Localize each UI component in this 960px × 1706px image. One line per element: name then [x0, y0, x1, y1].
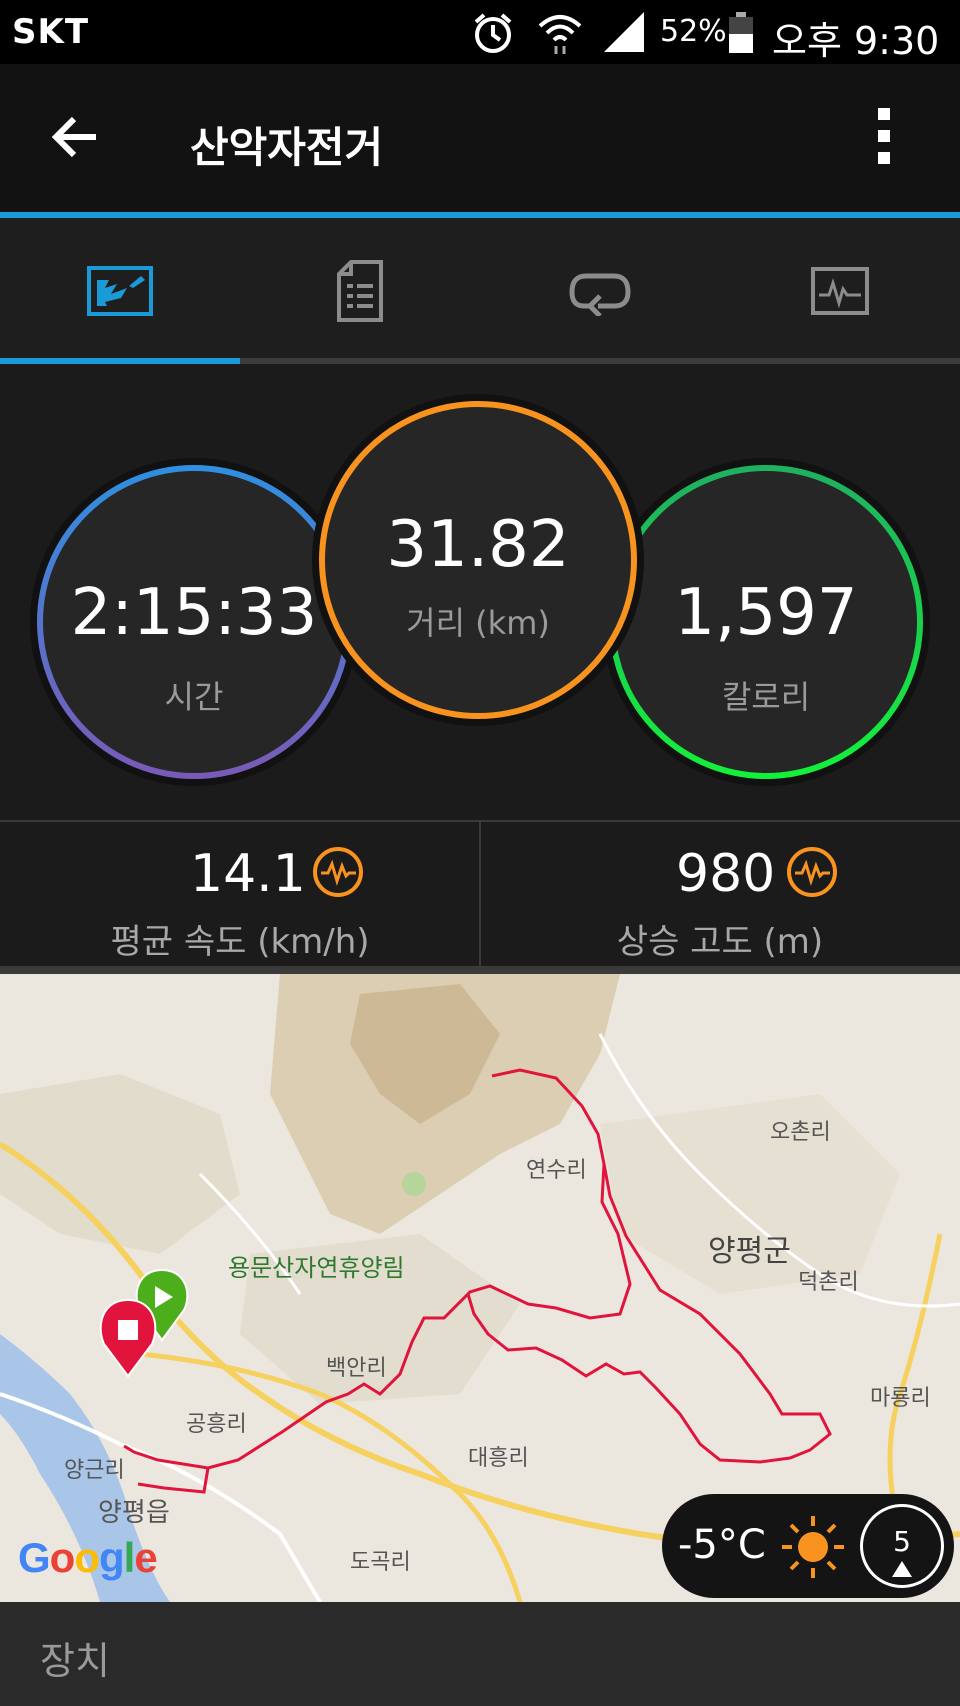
more-dot	[878, 130, 890, 142]
back-button[interactable]	[42, 104, 108, 170]
device-section[interactable]: 장치	[0, 1602, 960, 1706]
distance-label: 거리 (km)	[406, 604, 550, 642]
map-label: 용문산자연휴양림	[228, 1254, 405, 1282]
tab-laps[interactable]	[480, 218, 720, 364]
calories-ring: 1,597 칼로리	[600, 456, 932, 788]
map-label: 덕촌리	[798, 1270, 859, 1295]
elevation-gain-value: 980	[676, 844, 776, 904]
document-icon	[337, 260, 383, 322]
map-label: 오촌리	[770, 1120, 831, 1145]
map-label: 도곡리	[350, 1550, 411, 1575]
elevation-gain-metric[interactable]: 980 상승 고도 (m)	[480, 822, 960, 968]
distance-value: 31.82	[386, 508, 570, 582]
map-label: 연수리	[526, 1158, 587, 1183]
app-bar: 산악자전거	[0, 64, 960, 214]
status-bar: SKT 52% 오후 9:30	[0, 0, 960, 64]
avg-speed-label: 평균 속도 (km/h)	[110, 922, 370, 962]
google-logo: Google	[18, 1534, 158, 1581]
clock: 오후 9:30	[772, 19, 940, 63]
pulse-chart-icon	[811, 267, 869, 315]
wind-compass: 5	[860, 1504, 944, 1588]
temperature: -5°C	[678, 1522, 766, 1568]
pulse-badge-icon	[787, 847, 837, 897]
map-label: 양평군	[708, 1234, 791, 1269]
tab-bar	[0, 218, 960, 364]
avg-speed-value: 14.1	[190, 844, 306, 904]
battery-percent: 52%	[660, 14, 727, 49]
elevation-gain-label: 상승 고도 (m)	[616, 922, 824, 962]
tab-details[interactable]	[240, 218, 480, 364]
sun-icon	[782, 1516, 844, 1578]
loop-icon	[569, 273, 631, 316]
map-label: 대흥리	[468, 1446, 529, 1471]
stats-panel: 2:15:33 시간 1,597 칼로리 31.82 거리 (km)	[0, 364, 960, 820]
battery-icon	[729, 12, 753, 53]
more-options-button[interactable]	[864, 104, 904, 170]
wind-direction-icon	[892, 1561, 912, 1577]
map-label: 백안리	[326, 1356, 387, 1381]
arrow-left-icon	[51, 116, 96, 158]
map-label: 공흥리	[186, 1412, 247, 1437]
wind-speed: 5	[893, 1525, 911, 1558]
metrics-row: 14.1 평균 속도 (km/h) 980 상승 고도 (m)	[0, 820, 960, 968]
tab-charts[interactable]	[720, 218, 960, 364]
map-label: 마룡리	[870, 1386, 931, 1411]
map-chart-icon	[87, 266, 153, 316]
device-label: 장치	[40, 1639, 110, 1683]
calories-label: 칼로리	[721, 678, 811, 716]
page-title: 산악자전거	[190, 123, 384, 172]
more-dot	[878, 152, 890, 164]
more-vertical-icon	[878, 108, 890, 120]
distance-ring: 31.82 거리 (km)	[310, 392, 646, 728]
section-divider	[0, 966, 960, 974]
map-label: 양근리	[64, 1458, 125, 1483]
carrier-label: SKT	[12, 12, 90, 52]
wifi-icon	[538, 15, 582, 54]
map-label: 양평읍	[98, 1498, 170, 1528]
avg-speed-metric[interactable]: 14.1 평균 속도 (km/h)	[0, 822, 480, 968]
signal-icon	[604, 12, 644, 52]
pulse-badge-icon	[313, 847, 363, 897]
alarm-icon	[474, 13, 512, 53]
weather-widget[interactable]: -5°C 5	[662, 1494, 954, 1598]
calories-value: 1,597	[674, 576, 858, 650]
tab-map-overview[interactable]	[0, 218, 240, 364]
